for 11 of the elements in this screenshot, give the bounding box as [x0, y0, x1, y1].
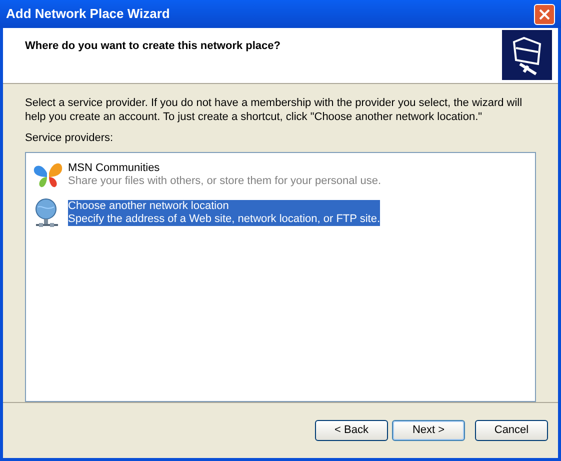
- close-icon: [539, 8, 550, 20]
- wizard-button[interactable]: Cancel: [475, 420, 548, 441]
- instructions-text: Select a service provider. If you do not have a membership with the provider you select, the wizard will help you create an account. To just create a shortcut, click "Choose another network location.": [25, 96, 524, 124]
- close-button[interactable]: [534, 4, 555, 24]
- provider-item[interactable]: MSN Communities Share your files with others, or store them for your personal use.: [68, 162, 382, 188]
- wizard-button[interactable]: < Back: [315, 420, 388, 441]
- provider-item[interactable]: Choose another network location Specify the address of a Web site, network location, or FTP site.: [68, 200, 380, 226]
- list-label: Service providers:: [25, 131, 114, 146]
- window-title: Add Network Place Wizard: [6, 5, 170, 24]
- wizard-button[interactable]: Next >: [392, 420, 465, 441]
- wizard-heading: Where do you want to create this network place?: [25, 39, 280, 54]
